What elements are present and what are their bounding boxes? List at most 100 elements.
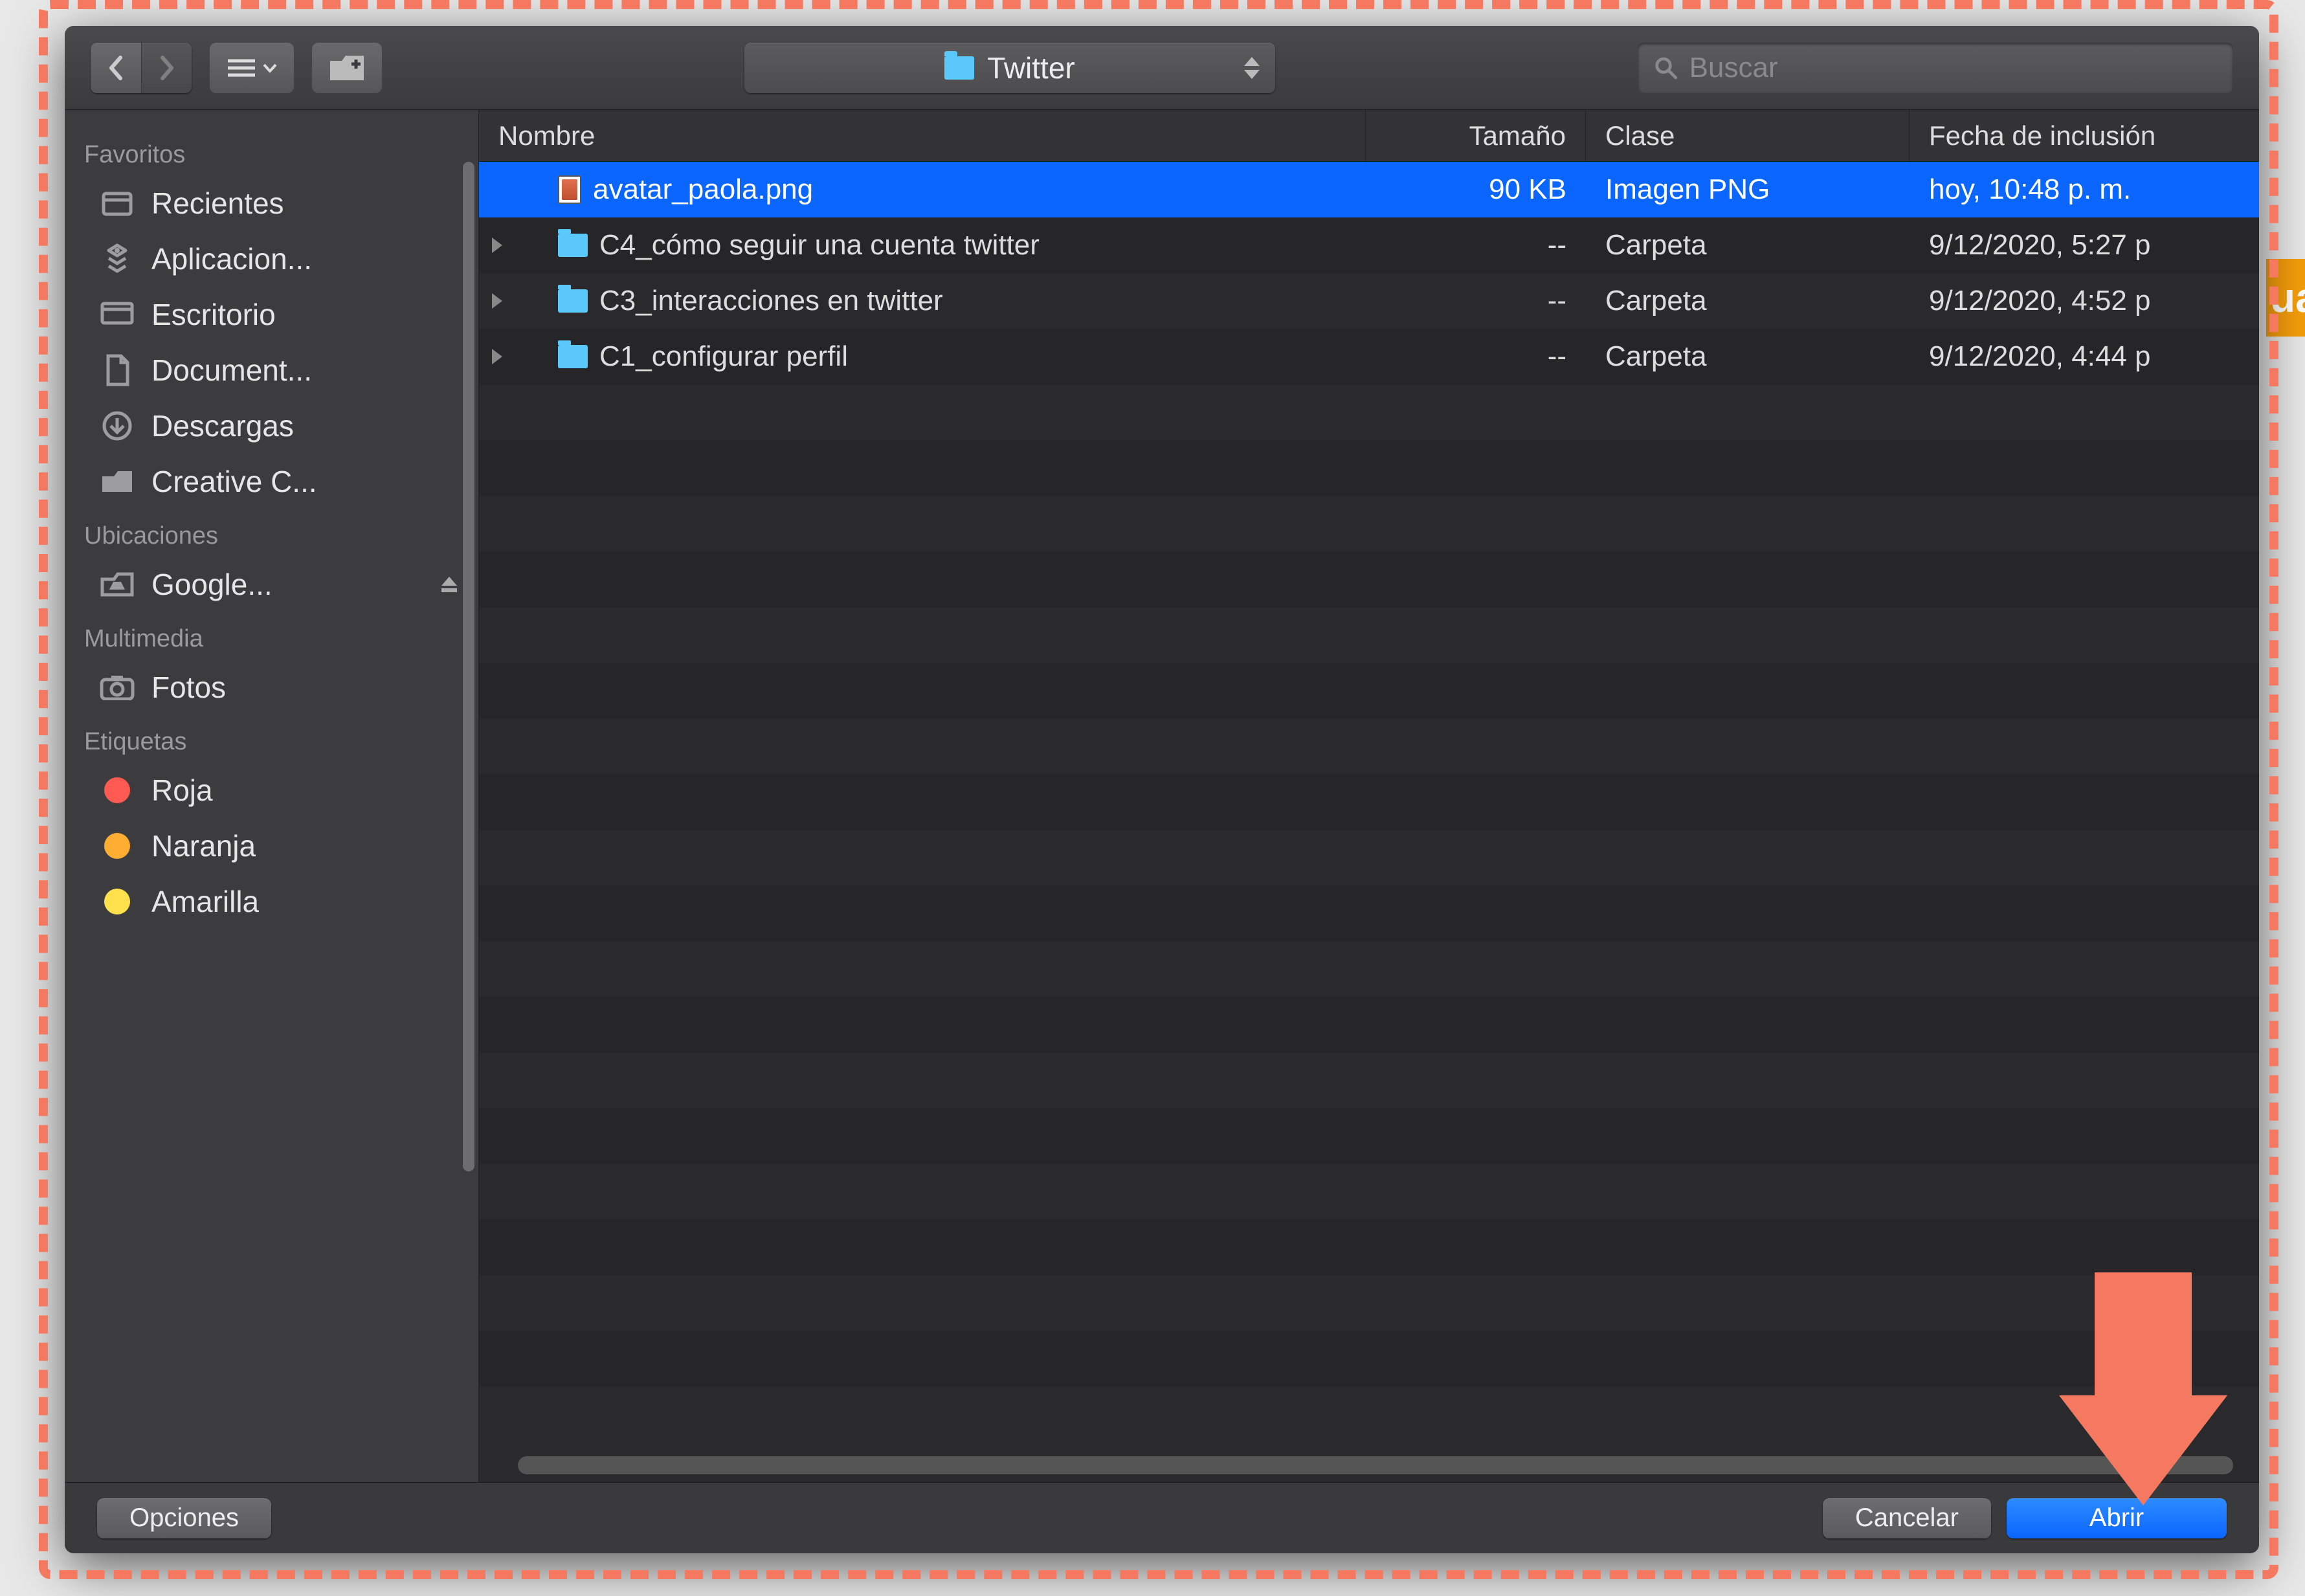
- new-folder-button[interactable]: [312, 43, 382, 93]
- sidebar-item-photos[interactable]: Fotos: [65, 659, 478, 715]
- sidebar-section-title: Ubicaciones: [65, 509, 478, 557]
- column-date[interactable]: Fecha de inclusión: [1910, 110, 2259, 161]
- sidebar-item-label: Descargas: [151, 408, 294, 443]
- sidebar-item-gdrive[interactable]: Google...: [65, 557, 478, 612]
- options-button[interactable]: Opciones: [97, 1498, 271, 1538]
- sidebar-section-title: Multimedia: [65, 612, 478, 659]
- file-name: C1_configurar perfil: [599, 340, 848, 373]
- disclosure-triangle-icon[interactable]: [492, 293, 502, 309]
- empty-row: [479, 607, 2259, 663]
- empty-row: [479, 663, 2259, 718]
- empty-row: [479, 1108, 2259, 1164]
- disclosure-triangle-icon[interactable]: [492, 349, 502, 364]
- chevron-down-icon: [263, 63, 277, 72]
- sidebar-item-apps[interactable]: Aplicacion...: [65, 231, 478, 287]
- view-mode-button[interactable]: [210, 43, 294, 93]
- download-icon: [100, 411, 135, 441]
- folder-path-popup[interactable]: Twitter: [744, 43, 1275, 93]
- sidebar-item-recents[interactable]: Recientes: [65, 175, 478, 231]
- empty-row: [479, 941, 2259, 997]
- eject-icon[interactable]: [440, 575, 459, 594]
- dialog-body: FavoritosRecientesAplicacion...Escritori…: [65, 110, 2259, 1482]
- file-row[interactable]: avatar_paola.png 90 KB Imagen PNG hoy, 1…: [479, 162, 2259, 217]
- empty-row: [479, 997, 2259, 1052]
- camera-icon: [100, 672, 135, 702]
- file-kind: Imagen PNG: [1586, 173, 1910, 206]
- sidebar-item-label: Creative C...: [151, 464, 317, 499]
- updown-icon: [1244, 57, 1260, 79]
- file-size: --: [1366, 285, 1586, 317]
- file-open-dialog: Twitter FavoritosRecientesAplicacion...E…: [65, 26, 2259, 1553]
- column-kind[interactable]: Clase: [1586, 110, 1910, 161]
- search-input[interactable]: [1689, 52, 2216, 84]
- empty-row: [479, 1164, 2259, 1219]
- file-date: 9/12/2020, 5:27 p: [1910, 229, 2259, 261]
- search-field[interactable]: [1638, 43, 2233, 93]
- tag-icon: [100, 887, 135, 916]
- folder-icon: [558, 234, 588, 257]
- file-list-panel: Nombre Tamaño Clase Fecha de inclusión a…: [479, 110, 2259, 1482]
- file-kind: Carpeta: [1586, 340, 1910, 373]
- column-headers: Nombre Tamaño Clase Fecha de inclusión: [479, 110, 2259, 162]
- folder-icon: [558, 345, 588, 368]
- list-view-icon: [227, 57, 256, 79]
- file-name: C3_interacciones en twitter: [599, 285, 943, 317]
- file-size: --: [1366, 340, 1586, 373]
- file-size: 90 KB: [1366, 173, 1586, 206]
- desktop-icon: [100, 300, 135, 329]
- empty-row: [479, 384, 2259, 440]
- sidebar-item-label: Roja: [151, 773, 213, 808]
- sidebar-item-red[interactable]: Roja: [65, 762, 478, 818]
- folder-icon: [100, 467, 135, 496]
- sidebar-item-orange[interactable]: Naranja: [65, 818, 478, 874]
- apps-icon: [100, 244, 135, 274]
- column-name[interactable]: Nombre: [479, 110, 1366, 161]
- drive-icon: [100, 570, 135, 599]
- empty-row: [479, 1275, 2259, 1331]
- empty-row: [479, 830, 2259, 885]
- sidebar-scrollbar[interactable]: [463, 162, 474, 1171]
- sidebar-item-desktop[interactable]: Escritorio: [65, 287, 478, 342]
- search-icon: [1654, 56, 1678, 80]
- chevron-right-icon: [157, 55, 177, 81]
- empty-row: [479, 1331, 2259, 1386]
- forward-button[interactable]: [141, 43, 192, 93]
- disclosure-triangle-icon[interactable]: [492, 238, 502, 253]
- chevron-left-icon: [106, 55, 126, 81]
- empty-row: [479, 440, 2259, 496]
- sidebar-item-documents[interactable]: Document...: [65, 342, 478, 398]
- file-row[interactable]: C3_interacciones en twitter -- Carpeta 9…: [479, 273, 2259, 329]
- current-folder-label: Twitter: [987, 50, 1075, 85]
- sidebar-item-label: Fotos: [151, 670, 226, 705]
- empty-row: [479, 885, 2259, 941]
- empty-row: [479, 774, 2259, 830]
- sidebar-item-downloads[interactable]: Descargas: [65, 398, 478, 454]
- sidebar-item-creative[interactable]: Creative C...: [65, 454, 478, 509]
- open-button[interactable]: Abrir: [2007, 1498, 2227, 1538]
- empty-row: [479, 1219, 2259, 1275]
- back-button[interactable]: [91, 43, 141, 93]
- dialog-toolbar: Twitter: [65, 26, 2259, 110]
- tag-icon: [100, 831, 135, 861]
- sidebar-item-label: Escritorio: [151, 297, 276, 332]
- horizontal-scrollbar[interactable]: [518, 1456, 2233, 1474]
- tag-icon: [100, 775, 135, 805]
- file-row[interactable]: C1_configurar perfil -- Carpeta 9/12/202…: [479, 329, 2259, 384]
- column-size[interactable]: Tamaño: [1366, 110, 1586, 161]
- dialog-footer: Opciones Cancelar Abrir: [65, 1482, 2259, 1553]
- clock-icon: [100, 188, 135, 218]
- sidebar-item-yellow[interactable]: Amarilla: [65, 874, 478, 929]
- folder-plus-icon: [329, 54, 365, 82]
- sidebar-item-label: Recientes: [151, 186, 284, 221]
- file-row[interactable]: C4_cómo seguir una cuenta twitter -- Car…: [479, 217, 2259, 273]
- cancel-button[interactable]: Cancelar: [1823, 1498, 1991, 1538]
- sidebar: FavoritosRecientesAplicacion...Escritori…: [65, 110, 479, 1482]
- document-icon: [100, 355, 135, 385]
- file-date: hoy, 10:48 p. m.: [1910, 173, 2259, 206]
- empty-row: [479, 1052, 2259, 1108]
- sidebar-item-label: Document...: [151, 353, 312, 388]
- file-name: C4_cómo seguir una cuenta twitter: [599, 229, 1040, 261]
- sidebar-item-label: Naranja: [151, 828, 256, 863]
- sidebar-item-label: Google...: [151, 567, 273, 602]
- file-rows: avatar_paola.png 90 KB Imagen PNG hoy, 1…: [479, 162, 2259, 1448]
